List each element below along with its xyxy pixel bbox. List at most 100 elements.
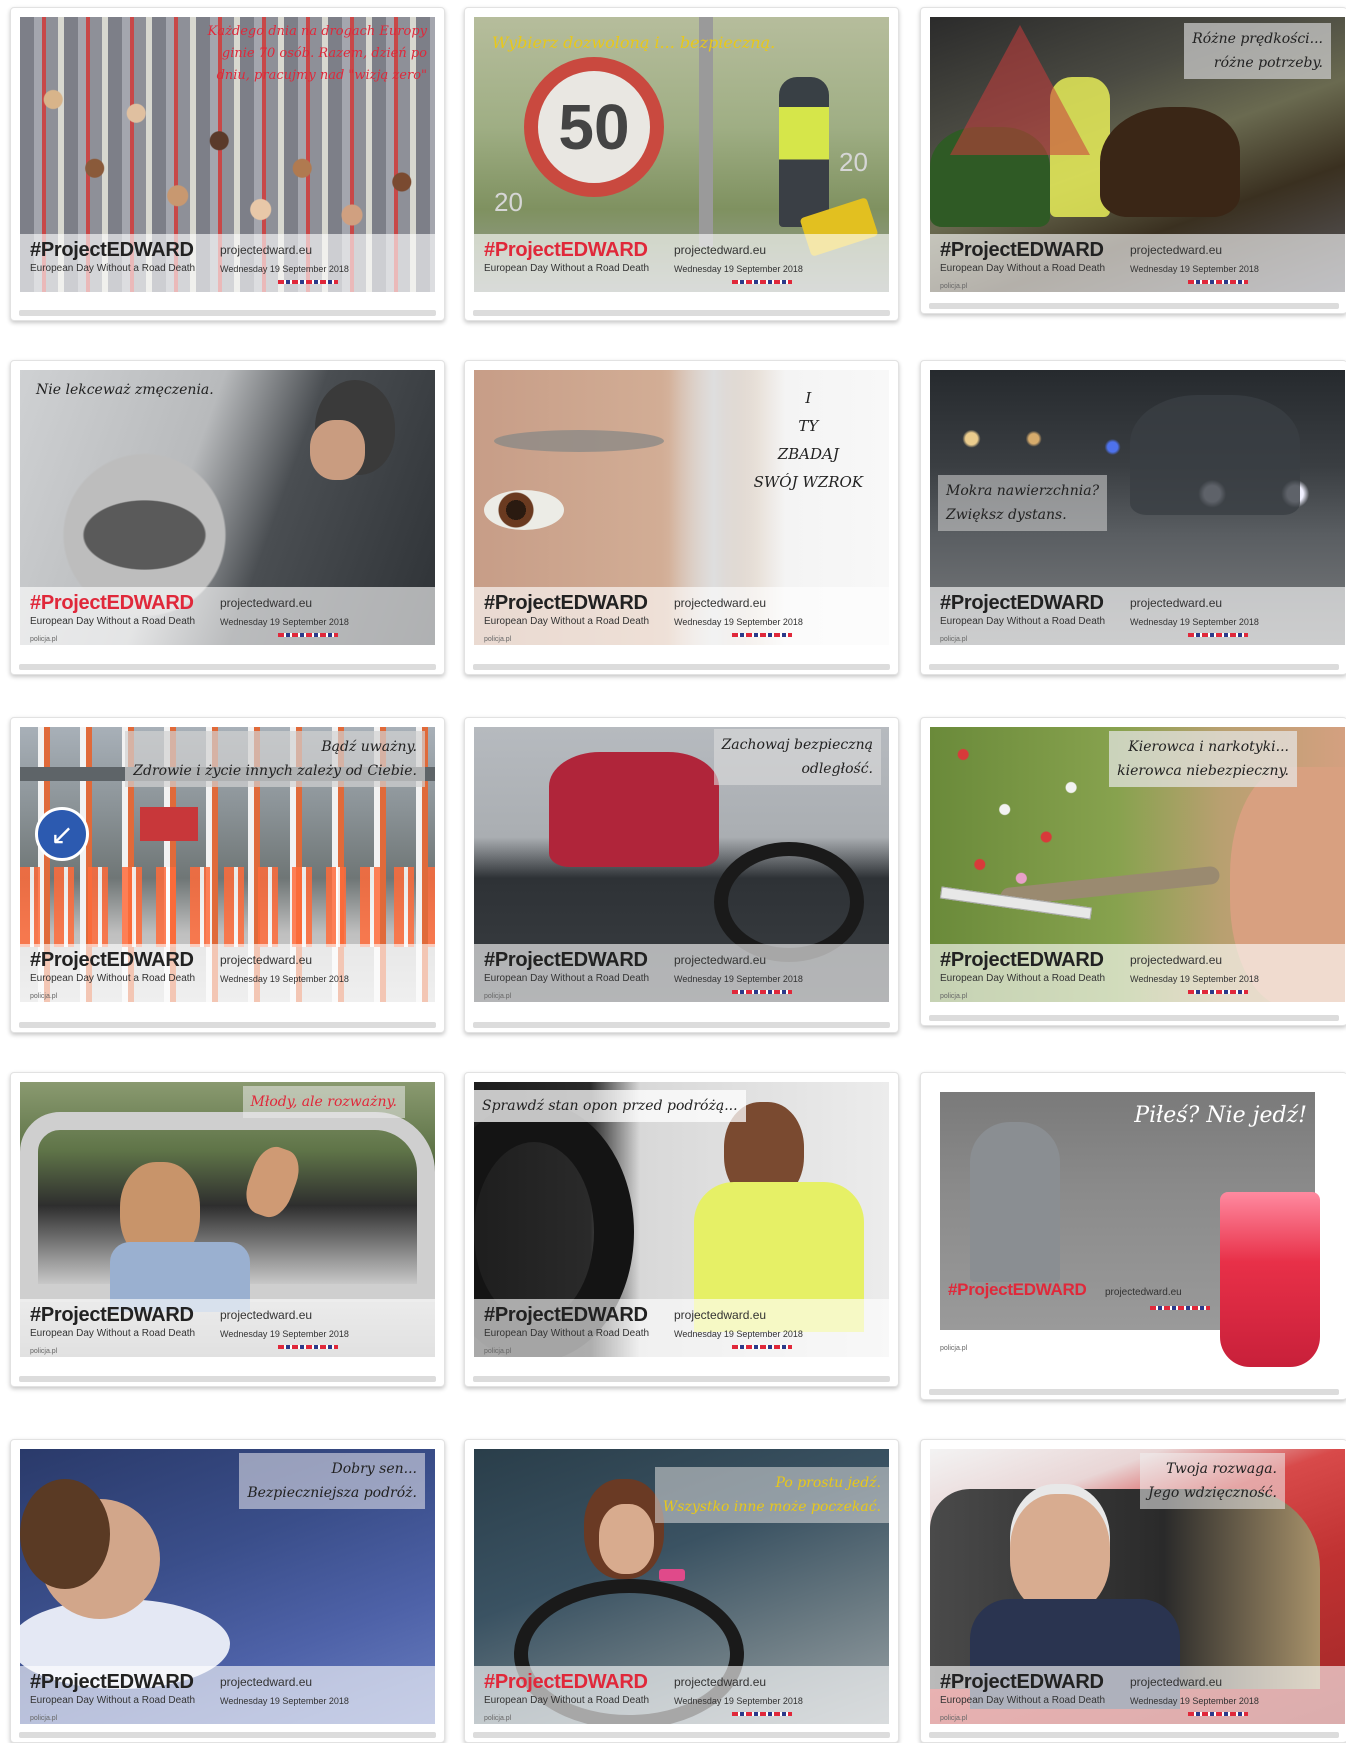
poster-card-7[interactable]: ↙ Bądź uważny. Zdrowie i życie innych za… bbox=[10, 717, 445, 1033]
date-label: Wednesday 19 September 2018 bbox=[220, 1696, 349, 1706]
officer-figure bbox=[779, 77, 829, 227]
poster-card-8[interactable]: Zachowaj bezpieczną odległość. #ProjectE… bbox=[464, 717, 899, 1033]
flag-stripe bbox=[278, 1345, 338, 1349]
poster-caption: Kierowca i narkotyki... kierowca niebezp… bbox=[1109, 731, 1297, 787]
hashtag-label: #ProjectEDWARD bbox=[940, 949, 1104, 971]
speed-limit-value: 50 bbox=[558, 91, 630, 163]
credit-label: policja.pl bbox=[940, 283, 968, 290]
poster-caption: Piłeś? Nie jedź! bbox=[1134, 1103, 1307, 1128]
date-label: Wednesday 19 September 2018 bbox=[1130, 264, 1259, 274]
site-label: projectedward.eu bbox=[674, 1308, 767, 1322]
credit-label: policja.pl bbox=[940, 993, 968, 1000]
poster-image: Dobry sen... Bezpieczniejsza podróż. #Pr… bbox=[20, 1449, 435, 1724]
campaign-subtitle: European Day Without a Road Death bbox=[484, 1328, 650, 1339]
hashtag-label: #ProjectEDWARD bbox=[484, 949, 648, 971]
poster-caption: Nie lekceważ zmęczenia. bbox=[36, 382, 214, 398]
poster-image: Sprawdź stan opon przed podróżą... #Proj… bbox=[474, 1082, 889, 1357]
car-silhouette bbox=[1130, 395, 1300, 515]
site-label: projectedward.eu bbox=[220, 1308, 313, 1322]
poster-card-15[interactable]: Twoja rozwaga. Jego wdzięczność. #Projec… bbox=[920, 1439, 1346, 1743]
flag-stripe bbox=[1188, 990, 1248, 994]
poster-image: ↙ Bądź uważny. Zdrowie i życie innych za… bbox=[20, 727, 435, 1002]
credit-label: policja.pl bbox=[940, 1345, 968, 1352]
credit-label: policja.pl bbox=[940, 636, 968, 643]
red-car bbox=[549, 752, 719, 867]
flag-stripe bbox=[1188, 280, 1248, 284]
site-label: projectedward.eu bbox=[1130, 1675, 1223, 1689]
poster-caption: Po prostu jedź. Wszystko inne może pocze… bbox=[654, 1467, 889, 1523]
poster-card-14[interactable]: Po prostu jedź. Wszystko inne może pocze… bbox=[464, 1439, 899, 1743]
speed-limit-sign-icon: 50 bbox=[524, 57, 664, 197]
poster-gallery: Każdego dnia na drogach Europy ginie 70 … bbox=[0, 0, 1346, 1743]
hair bbox=[20, 1479, 110, 1589]
flag-stripe bbox=[278, 280, 338, 284]
driver-face bbox=[310, 420, 365, 480]
gauge-number-left: 20 bbox=[494, 187, 523, 217]
poster-card-5[interactable]: I TY ZBADAJ SWÓJ WZROK #ProjectEDWARD Eu… bbox=[464, 360, 899, 675]
date-label: Wednesday 19 September 2018 bbox=[1130, 617, 1259, 627]
date-label: Wednesday 19 September 2018 bbox=[220, 974, 349, 984]
hashtag-label: #ProjectEDWARD bbox=[30, 592, 194, 614]
poster-card-11[interactable]: Sprawdź stan opon przed podróżą... #Proj… bbox=[464, 1072, 899, 1387]
warning-triangle-icon bbox=[950, 25, 1090, 155]
poster-image: I TY ZBADAJ SWÓJ WZROK #ProjectEDWARD Eu… bbox=[474, 370, 889, 645]
poster-caption: Sprawdź stan opon przed podróżą... bbox=[474, 1090, 746, 1122]
poster-card-10[interactable]: Młody, ale rozważny. #ProjectEDWARD Euro… bbox=[10, 1072, 445, 1387]
poster-image: Piłeś? Nie jedź! #ProjectEDWARD projecte… bbox=[930, 1082, 1345, 1382]
poster-card-4[interactable]: Nie lekceważ zmęczenia. #ProjectEDWARD E… bbox=[10, 360, 445, 675]
poster-card-6[interactable]: Mokra nawierzchnia? Zwiększ dystans. #Pr… bbox=[920, 360, 1346, 675]
site-label: projectedward.eu bbox=[674, 596, 767, 610]
poster-image: Młody, ale rozważny. #ProjectEDWARD Euro… bbox=[20, 1082, 435, 1357]
credit-label: policja.pl bbox=[484, 1715, 512, 1722]
poster-card-1[interactable]: Każdego dnia na drogach Europy ginie 70 … bbox=[10, 7, 445, 321]
hashtag-label: #ProjectEDWARD bbox=[484, 592, 648, 614]
campaign-subtitle: European Day Without a Road Death bbox=[940, 1695, 1106, 1706]
site-label: projectedward.eu bbox=[1130, 243, 1223, 257]
site-label: projectedward.eu bbox=[220, 1675, 313, 1689]
poster-caption: Zachowaj bezpieczną odległość. bbox=[713, 729, 881, 785]
credit-label: policja.pl bbox=[30, 1715, 58, 1722]
hashtag-label: #ProjectEDWARD bbox=[940, 592, 1104, 614]
flag-stripe bbox=[732, 1712, 792, 1716]
flag-stripe bbox=[732, 1345, 792, 1349]
credit-label: policja.pl bbox=[30, 993, 58, 1000]
flag-stripe bbox=[278, 633, 338, 637]
site-label: projectedward.eu bbox=[1130, 953, 1223, 967]
campaign-subtitle: European Day Without a Road Death bbox=[940, 616, 1106, 627]
phone-icon bbox=[659, 1569, 685, 1581]
poster-card-2[interactable]: 50 20 20 Wybierz dozwoloną i... bezpiecz… bbox=[464, 7, 899, 321]
campaign-subtitle: European Day Without a Road Death bbox=[30, 973, 196, 984]
hashtag-label: #ProjectEDWARD bbox=[30, 1304, 194, 1326]
poster-image: Po prostu jedź. Wszystko inne może pocze… bbox=[474, 1449, 889, 1724]
campaign-subtitle: European Day Without a Road Death bbox=[30, 616, 196, 627]
poster-caption: Wybierz dozwoloną i... bezpieczną. bbox=[492, 33, 776, 52]
hashtag-label: #ProjectEDWARD bbox=[30, 1671, 194, 1693]
site-label: projectedward.eu bbox=[220, 953, 313, 967]
site-label: projectedward.eu bbox=[674, 1675, 767, 1689]
campaign-subtitle: European Day Without a Road Death bbox=[940, 973, 1106, 984]
campaign-subtitle: European Day Without a Road Death bbox=[940, 263, 1106, 274]
poster-image: Kierowca i narkotyki... kierowca niebezp… bbox=[930, 727, 1345, 1002]
poster-card-13[interactable]: Dobry sen... Bezpieczniejsza podróż. #Pr… bbox=[10, 1439, 445, 1743]
date-label: Wednesday 19 September 2018 bbox=[674, 1329, 803, 1339]
poster-card-3[interactable]: Różne prędkości... różne potrzeby. #Proj… bbox=[920, 7, 1346, 314]
woman-face bbox=[599, 1504, 654, 1574]
horse-figure bbox=[1100, 107, 1240, 217]
poster-card-9[interactable]: Kierowca i narkotyki... kierowca niebezp… bbox=[920, 717, 1346, 1026]
credit-label: policja.pl bbox=[484, 993, 512, 1000]
poster-card-12[interactable]: Piłeś? Nie jedź! #ProjectEDWARD projecte… bbox=[920, 1072, 1346, 1400]
poster-caption: Twoja rozwaga. Jego wdzięczność. bbox=[1140, 1453, 1285, 1509]
campaign-subtitle: European Day Without a Road Death bbox=[484, 1695, 650, 1706]
flag-stripe bbox=[1188, 1712, 1248, 1716]
road-works-sign bbox=[140, 807, 198, 841]
poster-caption: Każdego dnia na drogach Europy ginie 70 … bbox=[207, 24, 427, 83]
traffic-cones bbox=[20, 867, 435, 947]
date-label: Wednesday 19 September 2018 bbox=[674, 1696, 803, 1706]
hashtag-label: #ProjectEDWARD bbox=[484, 1671, 648, 1693]
date-label: Wednesday 19 September 2018 bbox=[220, 264, 349, 274]
poster-caption: I TY ZBADAJ SWÓJ WZROK bbox=[753, 389, 863, 491]
poster-caption: Różne prędkości... różne potrzeby. bbox=[1184, 23, 1331, 79]
poster-image: Mokra nawierzchnia? Zwiększ dystans. #Pr… bbox=[930, 370, 1345, 645]
date-label: Wednesday 19 September 2018 bbox=[220, 617, 349, 627]
poster-image: Nie lekceważ zmęczenia. #ProjectEDWARD E… bbox=[20, 370, 435, 645]
